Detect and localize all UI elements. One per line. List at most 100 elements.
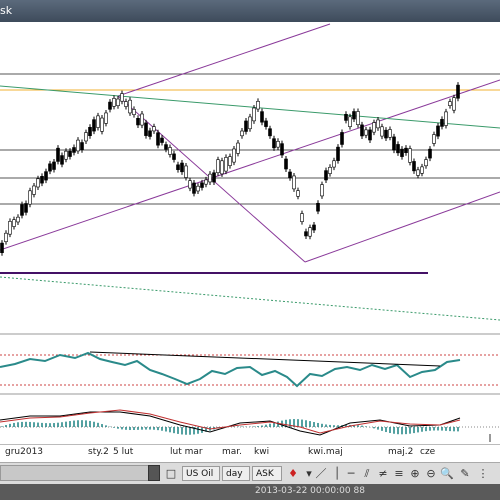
candle-body (148, 130, 152, 137)
macd-bar (401, 427, 403, 435)
chart-scrollbar[interactable] (0, 465, 150, 481)
macd-bar (313, 422, 315, 427)
candle-body (132, 109, 136, 115)
macd-bar (157, 427, 159, 431)
macd-bar (433, 427, 435, 431)
line-tool-icon[interactable]: ／ (314, 467, 328, 481)
macd-bar (97, 422, 99, 427)
macd-bar (21, 421, 23, 427)
candle-body (64, 150, 68, 160)
candle-body (420, 166, 424, 174)
macd-bar (65, 421, 67, 427)
macd-bar (5, 425, 7, 427)
square-icon[interactable]: □ (164, 467, 178, 481)
macd-bar (333, 425, 335, 427)
macd-bar (421, 427, 423, 432)
macd-bar (297, 419, 299, 427)
candle-body (160, 137, 164, 143)
candle-body (304, 231, 308, 237)
candle-body (372, 122, 376, 133)
fibonacci-icon[interactable]: ≡ (392, 467, 406, 481)
candle-body (76, 139, 80, 152)
macd-bar (37, 422, 39, 427)
instrument-select[interactable]: US Oil ▾ (182, 466, 220, 494)
chart-window: sk gru2013 sty.2 5 lut lut mar mar. kwi … (0, 0, 500, 500)
candle-body (72, 147, 76, 153)
instrument-label: US Oil (186, 469, 214, 479)
candle-body (312, 224, 316, 231)
macd-bar (133, 427, 135, 431)
candle-body (264, 120, 268, 127)
period-select[interactable]: day ▾ (222, 466, 250, 494)
macd-bar (449, 427, 451, 432)
candle-body (300, 213, 304, 222)
macd-bar (405, 427, 407, 435)
candle-body (344, 114, 348, 121)
macd-bar (321, 423, 323, 427)
candle-body (100, 117, 104, 132)
window-titlebar[interactable]: sk (0, 0, 500, 22)
macd-bar (153, 427, 155, 430)
candle-body (208, 173, 212, 183)
zoom-icon[interactable]: 🔍 (440, 467, 454, 481)
menu-icon[interactable]: ⋮ (476, 467, 490, 481)
status-text: 2013-03-22 00:00:00 88 (255, 486, 365, 496)
candle-type-icon[interactable]: ♦ (286, 467, 300, 481)
candle-body (388, 129, 392, 138)
zoom-out-icon[interactable]: ⊖ (424, 467, 438, 481)
macd-bar (425, 427, 427, 432)
macd-bar (389, 427, 391, 434)
candle-body (144, 122, 148, 136)
macd-bar (173, 427, 175, 434)
candle-body (412, 161, 416, 172)
macd-bar (117, 427, 119, 429)
macd-bar (69, 421, 71, 427)
scrollbar-thumb[interactable] (148, 465, 160, 481)
price-type-select[interactable]: ASK ▾ (252, 466, 282, 494)
horizontal-line-icon[interactable]: ─ (344, 467, 358, 481)
macd-bar (41, 422, 43, 427)
candle-body (448, 101, 452, 106)
candle-body (124, 101, 128, 107)
candle-body (428, 148, 432, 159)
candle-body (352, 111, 356, 120)
macd-bar (381, 427, 383, 431)
vertical-line-icon[interactable]: │ (330, 467, 344, 481)
candle-body (284, 158, 288, 170)
parallel-lines-icon[interactable]: ⫽ (360, 467, 374, 481)
macd-bar (161, 427, 163, 431)
candle-body (40, 176, 44, 184)
macd-bar (45, 423, 47, 427)
channel-icon[interactable]: ≠ (376, 467, 390, 481)
macd-bar (89, 420, 91, 427)
candle-body (228, 156, 232, 166)
candle-body (192, 182, 196, 194)
candle-body (48, 163, 52, 172)
window-title: sk (0, 4, 13, 17)
candle-body (28, 190, 32, 205)
zoom-in-icon[interactable]: ⊕ (408, 467, 422, 481)
candle-body (108, 101, 112, 110)
x-axis-label: cze (420, 447, 436, 457)
price-chart[interactable] (0, 22, 500, 442)
candle-body (316, 202, 320, 212)
candle-body (56, 147, 60, 162)
x-axis-label: 5 lut (113, 447, 134, 457)
macd-bar (417, 427, 419, 433)
tool-icon[interactable]: ✎ (458, 467, 472, 481)
candle-body (400, 148, 404, 157)
macd-bar (237, 426, 239, 427)
macd-bar (145, 427, 147, 430)
macd-bar (233, 426, 235, 427)
macd-bar (373, 427, 375, 429)
macd-bar (121, 427, 123, 430)
macd-bar (93, 421, 95, 427)
macd-bar (257, 426, 259, 427)
candle-body (348, 116, 352, 127)
macd-bar (49, 423, 51, 427)
candle-body (320, 184, 324, 197)
candle-body (268, 128, 272, 137)
candle-body (288, 171, 292, 179)
candle-body (164, 144, 168, 150)
candle-body (360, 124, 364, 137)
